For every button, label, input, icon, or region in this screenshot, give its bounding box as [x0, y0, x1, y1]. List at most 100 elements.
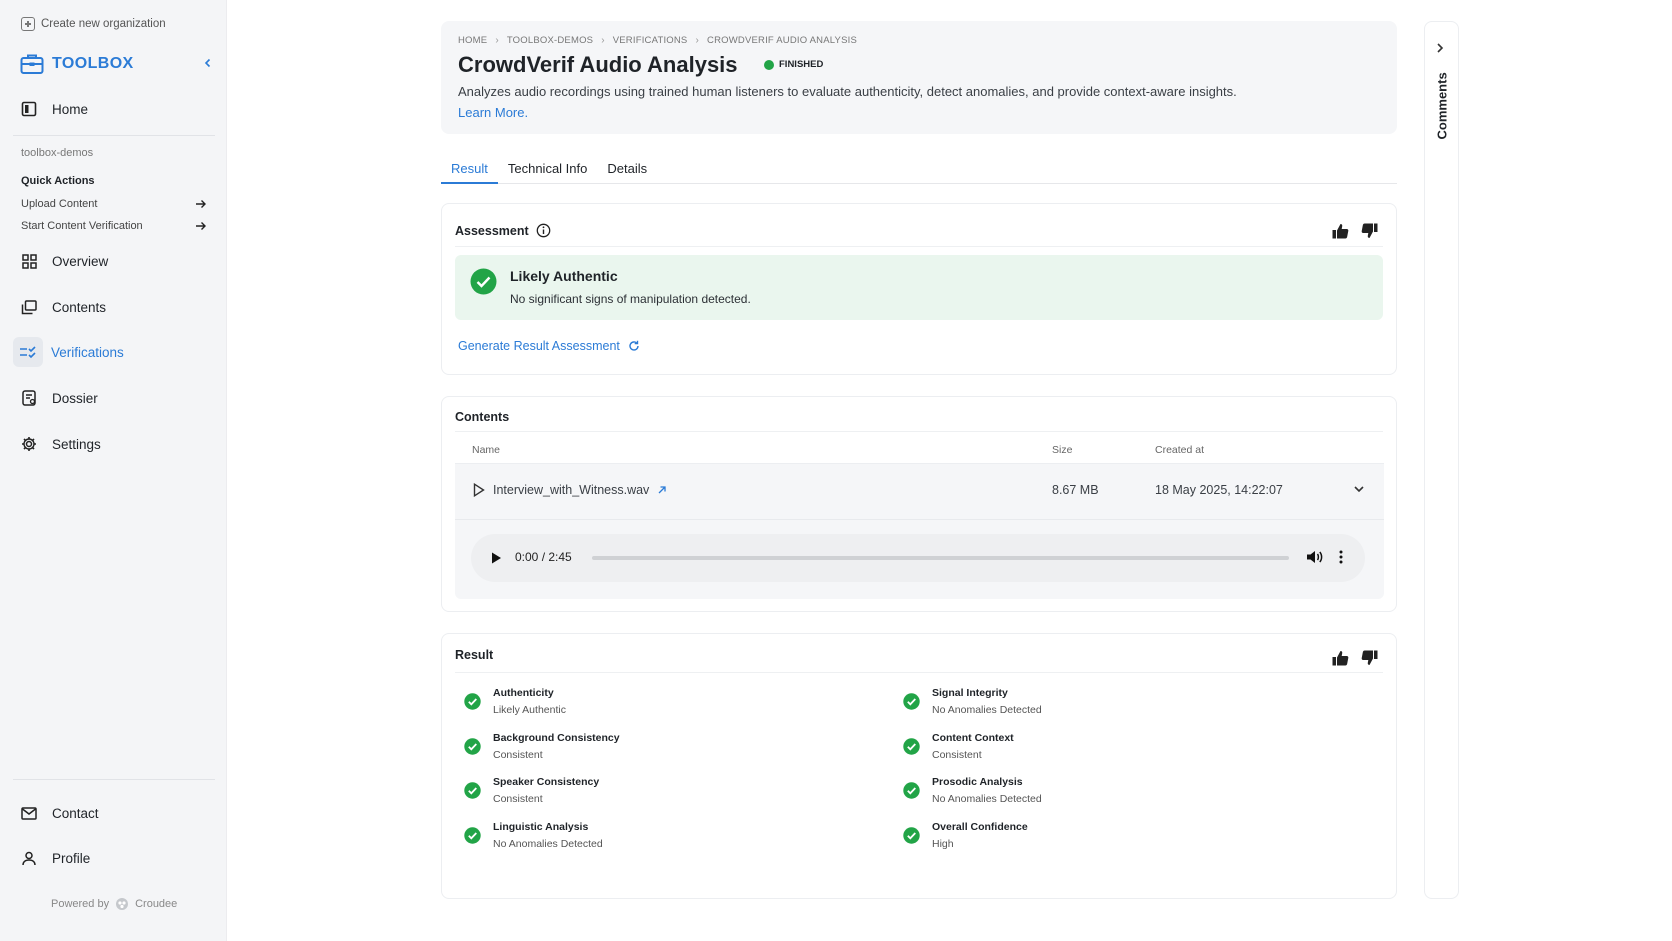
result-item-prosodic-analysis: Prosodic Analysis No Anomalies Detected	[903, 776, 1203, 812]
sidebar-item-verifications[interactable]: Verifications	[13, 337, 215, 367]
result-label: Linguistic Analysis	[493, 821, 589, 833]
copy-stack-icon	[20, 298, 38, 316]
comments-panel[interactable]: Comments	[1424, 21, 1459, 899]
check-circle-icon	[464, 693, 481, 710]
grid-icon	[20, 252, 38, 270]
chevron-down-icon[interactable]	[1352, 482, 1366, 496]
chevron-right-icon[interactable]	[1435, 42, 1445, 54]
column-header-created: Created at	[1155, 444, 1205, 456]
home-panel-icon	[20, 100, 38, 118]
sidebar-item-label: Dossier	[52, 390, 98, 406]
toolbox-icon	[20, 54, 44, 74]
create-organization-label: Create new organization	[41, 18, 166, 30]
result-value: No Anomalies Detected	[932, 793, 1042, 805]
dossier-icon	[20, 389, 38, 407]
result-label: Authenticity	[493, 687, 554, 699]
sidebar-item-label: Profile	[52, 850, 91, 866]
refresh-icon	[629, 340, 639, 351]
sidebar-item-profile[interactable]: Profile	[13, 843, 215, 873]
tab-technical-info[interactable]: Technical Info	[498, 155, 598, 184]
collapse-sidebar-button[interactable]	[201, 56, 215, 70]
check-circle-icon	[470, 268, 497, 295]
arrow-right-icon	[196, 222, 206, 230]
sidebar-item-dossier[interactable]: Dossier	[13, 383, 215, 413]
sidebar-item-label: Home	[52, 101, 89, 117]
thumbs-down-icon[interactable]	[1361, 223, 1378, 239]
sidebar-divider	[13, 779, 215, 780]
generate-result-assessment-link[interactable]: Generate Result Assessment	[458, 339, 640, 353]
checklist-icon	[13, 337, 43, 367]
tab-result[interactable]: Result	[441, 155, 498, 184]
user-icon	[20, 849, 38, 867]
file-name[interactable]: Interview_with_Witness.wav	[493, 483, 649, 497]
check-circle-icon	[903, 693, 920, 710]
organization-name: toolbox-demos	[21, 147, 94, 159]
powered-by-label: Powered by	[51, 898, 110, 910]
sidebar-item-settings[interactable]: Settings	[13, 429, 215, 459]
play-icon[interactable]	[490, 551, 502, 565]
table-row[interactable]: Interview_with_Witness.wav 8.67 MB 18 Ma…	[455, 463, 1384, 519]
comments-label: Comments	[1434, 72, 1450, 140]
result-value: No Anomalies Detected	[493, 838, 603, 850]
status-dot-icon	[764, 59, 774, 70]
status-badge: FINISHED	[764, 59, 823, 70]
result-item-linguistic-analysis: Linguistic Analysis No Anomalies Detecte…	[464, 821, 764, 857]
quick-action-label: Upload Content	[21, 198, 98, 210]
result-value: Consistent	[493, 793, 543, 805]
volume-icon[interactable]	[1306, 549, 1324, 565]
info-icon[interactable]	[536, 223, 551, 238]
audio-progress-bar[interactable]	[592, 556, 1289, 560]
sidebar-item-overview[interactable]: Overview	[13, 246, 215, 276]
learn-more-link[interactable]: Learn More.	[458, 105, 528, 120]
gear-icon	[20, 435, 38, 453]
mail-icon	[20, 804, 38, 822]
breadcrumb-current: CROWDVERIF AUDIO ANALYSIS	[707, 35, 858, 46]
thumbs-up-icon[interactable]	[1332, 223, 1349, 239]
assessment-card: Assessment Likely Authentic No significa…	[441, 203, 1397, 375]
status-label: FINISHED	[779, 59, 824, 70]
breadcrumb-home[interactable]: HOME	[458, 35, 487, 46]
powered-by-brand: Croudee	[135, 898, 178, 910]
assessment-summary: No significant signs of manipulation det…	[510, 292, 751, 306]
assessment-verdict-box: Likely Authentic No significant signs of…	[455, 255, 1383, 320]
page-description: Analyzes audio recordings using trained …	[458, 84, 1237, 99]
chevron-right-icon: ›	[695, 35, 700, 46]
sidebar: Create new organization TOOLBOX Home too…	[0, 0, 227, 941]
result-label: Background Consistency	[493, 732, 620, 744]
tab-bar: Result Technical Info Details	[441, 155, 1397, 184]
quick-action-label: Start Content Verification	[21, 220, 143, 232]
sidebar-item-contact[interactable]: Contact	[13, 798, 215, 828]
audio-time: 0:00 / 2:45	[515, 550, 572, 564]
external-link-icon[interactable]	[657, 485, 667, 495]
thumbs-down-icon[interactable]	[1361, 650, 1378, 666]
chevron-right-icon: ›	[601, 35, 605, 46]
breadcrumb-organization[interactable]: TOOLBOX-DEMOS	[507, 35, 593, 46]
sidebar-item-contents[interactable]: Contents	[13, 292, 215, 322]
column-header-name: Name	[472, 444, 501, 456]
play-outline-icon[interactable]	[473, 483, 485, 497]
sidebar-item-label: Contents	[52, 299, 107, 315]
audio-player-container: 0:00 / 2:45	[455, 519, 1384, 599]
result-item-authenticity: Authenticity Likely Authentic	[464, 687, 764, 723]
page-title: CrowdVerif Audio Analysis	[458, 52, 738, 77]
create-organization-button[interactable]: Create new organization	[21, 17, 166, 31]
column-header-size: Size	[1052, 444, 1073, 456]
tab-details[interactable]: Details	[597, 155, 657, 184]
sidebar-item-label: Contact	[52, 805, 99, 821]
file-size: 8.67 MB	[1052, 483, 1099, 497]
check-circle-icon	[903, 738, 920, 755]
more-vertical-icon[interactable]	[1338, 549, 1344, 565]
quick-action-start-verification[interactable]: Start Content Verification	[21, 220, 207, 232]
card-divider	[455, 431, 1383, 432]
breadcrumb: HOME › TOOLBOX-DEMOS › VERIFICATIONS › C…	[458, 35, 857, 46]
result-label: Content Context	[932, 732, 1014, 744]
result-label: Overall Confidence	[932, 821, 1028, 833]
quick-action-upload-content[interactable]: Upload Content	[21, 198, 207, 210]
result-card: Result Authenticity Likely Authentic Sig…	[441, 633, 1397, 899]
check-circle-icon	[464, 782, 481, 799]
thumbs-up-icon[interactable]	[1332, 650, 1349, 666]
brand-logo[interactable]: TOOLBOX	[20, 53, 134, 75]
sidebar-item-home[interactable]: Home	[13, 94, 215, 124]
breadcrumb-verifications[interactable]: VERIFICATIONS	[613, 35, 688, 46]
result-item-background-consistency: Background Consistency Consistent	[464, 732, 764, 768]
